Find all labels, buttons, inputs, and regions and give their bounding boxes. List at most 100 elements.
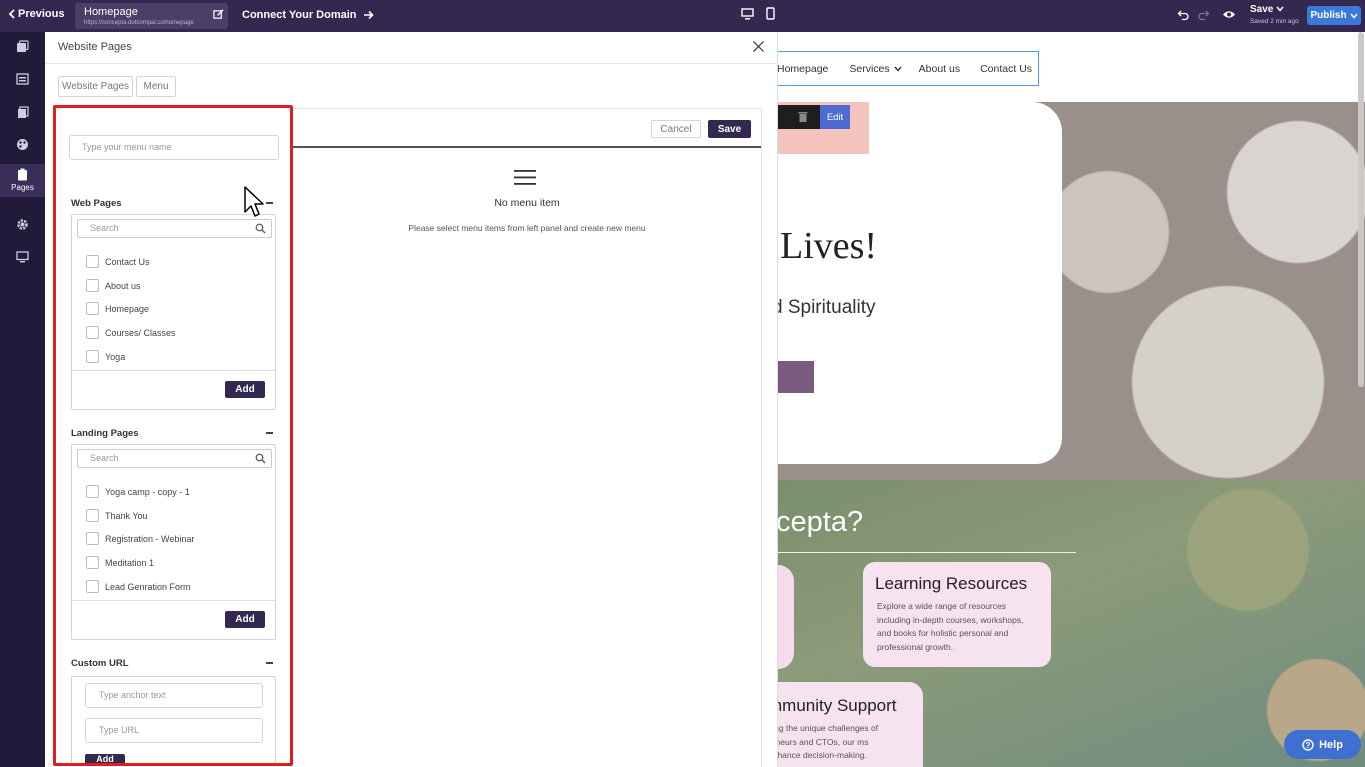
custom-url-heading: Custom URL — [71, 658, 129, 669]
sidebar-item-pages-stack[interactable] — [0, 106, 45, 126]
checkbox[interactable] — [86, 509, 99, 522]
item-label: Contact Us — [105, 256, 150, 267]
item-label: Homepage — [105, 303, 150, 314]
clipboard-icon — [18, 168, 27, 181]
connect-domain-label: Connect Your Domain — [242, 9, 357, 21]
chevron-left-icon — [8, 9, 15, 19]
scrollbar[interactable] — [1358, 32, 1364, 387]
question-icon: ? — [1302, 738, 1314, 751]
checkbox[interactable] — [86, 350, 99, 363]
publish-button[interactable]: Publish — [1307, 6, 1361, 25]
gear-icon — [17, 219, 28, 230]
nav-item-contact[interactable]: Contact Us — [980, 63, 1032, 75]
save-menu[interactable]: Save Saved 2 min ago — [1250, 4, 1299, 25]
nav-item-about[interactable]: About us — [919, 63, 960, 75]
sidebar-item-theme[interactable] — [0, 138, 45, 158]
web-pages-list: Search Contact Us About us Homepage Cour… — [71, 214, 276, 410]
empty-state-title: No menu item — [494, 197, 560, 209]
sidebar-item-sections[interactable] — [0, 73, 45, 93]
add-landing-pages-button[interactable]: Add — [225, 611, 265, 628]
panel-header: Website Pages — [45, 32, 778, 64]
section-heading: cepta? — [778, 506, 864, 538]
menu-name-input[interactable]: Type your menu name — [69, 135, 279, 160]
card-title: Learning Resources — [875, 574, 1028, 593]
list-item[interactable]: Yoga camp - copy - 1 — [86, 485, 190, 498]
nav-item-services[interactable]: Services — [849, 63, 889, 75]
close-icon[interactable] — [752, 40, 765, 53]
sidebar-item-layers[interactable] — [0, 40, 45, 60]
add-web-pages-button[interactable]: Add — [225, 381, 265, 398]
publish-label: Publish — [1310, 10, 1347, 21]
checkbox[interactable] — [86, 279, 99, 292]
divider — [72, 600, 275, 601]
preview-eye-icon[interactable] — [1222, 8, 1236, 21]
list-item[interactable]: Registration - Webinar — [86, 532, 194, 545]
edit-button[interactable]: Edit — [820, 105, 850, 129]
checkbox[interactable] — [86, 556, 99, 569]
save-label: Save — [1250, 4, 1274, 15]
monitor-icon — [16, 251, 29, 263]
mobile-view-icon[interactable] — [766, 7, 775, 21]
collapse-landing-pages-icon[interactable] — [266, 432, 273, 434]
list-item[interactable]: Courses/ Classes — [86, 326, 176, 339]
item-label: Registration - Webinar — [105, 533, 195, 544]
top-bar: Previous Homepage https://concepta.dotco… — [0, 0, 1365, 32]
checkbox[interactable] — [86, 485, 99, 498]
save-status: Saved 2 min ago — [1250, 18, 1299, 25]
help-button[interactable]: ? Help — [1284, 730, 1361, 759]
site-nav[interactable]: Homepage Services About us Contact Us — [778, 51, 1039, 86]
tab-website-pages[interactable]: Website Pages — [58, 76, 133, 97]
hero-cta-button[interactable] — [778, 361, 814, 393]
tab-menu[interactable]: Menu — [136, 76, 176, 97]
desktop-view-icon[interactable] — [741, 7, 754, 21]
sidebar-item-label: Pages — [11, 183, 34, 192]
cancel-button[interactable]: Cancel — [651, 120, 701, 138]
search-placeholder: Search — [90, 223, 119, 233]
checkbox[interactable] — [86, 580, 99, 593]
edit-icon[interactable] — [213, 9, 224, 20]
sidebar-item-settings[interactable] — [0, 218, 45, 238]
undo-icon[interactable] — [1177, 8, 1190, 21]
list-item[interactable]: Homepage — [86, 302, 149, 315]
checkbox[interactable] — [86, 302, 99, 315]
panel-title: Website Pages — [58, 41, 132, 53]
redo-icon[interactable] — [1197, 8, 1210, 21]
save-button[interactable]: Save — [708, 120, 751, 138]
custom-url-box: Type anchor text Type URL Add — [71, 676, 276, 764]
checkbox[interactable] — [86, 532, 99, 545]
divider — [72, 370, 275, 371]
connect-domain-link[interactable]: Connect Your Domain — [242, 9, 374, 21]
sidebar-item-pages[interactable]: Pages — [0, 164, 45, 197]
page-url: https://concepta.dotcompal.co/homepage — [84, 20, 194, 26]
nav-item-homepage[interactable]: Homepage — [778, 63, 828, 75]
checkbox[interactable] — [86, 255, 99, 268]
list-item[interactable]: About us — [86, 279, 141, 292]
collapse-web-pages-icon[interactable] — [266, 202, 273, 204]
current-page-selector[interactable]: Homepage https://concepta.dotcompal.co/h… — [75, 3, 228, 29]
list-item[interactable]: Contact Us — [86, 255, 150, 268]
landing-pages-search-input[interactable]: Search — [77, 449, 272, 468]
url-input[interactable]: Type URL — [85, 718, 263, 743]
web-pages-search-input[interactable]: Search — [77, 219, 272, 238]
checkbox[interactable] — [86, 326, 99, 339]
sidebar-item-display[interactable] — [0, 251, 45, 271]
left-sidebar: Pages — [0, 32, 45, 767]
sections-icon — [16, 73, 29, 85]
add-custom-url-button[interactable]: Add — [85, 754, 125, 764]
previous-button[interactable]: Previous — [8, 8, 64, 20]
list-item[interactable]: Meditation 1 — [86, 556, 154, 569]
search-icon — [255, 453, 266, 464]
landing-pages-heading: Landing Pages — [71, 428, 139, 439]
list-item[interactable]: Lead Genration Form — [86, 580, 191, 593]
delete-icon[interactable] — [798, 111, 808, 123]
card-title: mmunity Support — [778, 696, 897, 715]
palette-icon — [17, 139, 28, 150]
list-item[interactable]: Yoga — [86, 350, 125, 363]
search-placeholder: Search — [90, 453, 119, 463]
list-item[interactable]: Thank You — [86, 509, 148, 522]
feature-card-learning: Learning Resources Explore a wide range … — [863, 562, 1051, 667]
item-label: Yoga — [105, 351, 126, 362]
collapse-custom-url-icon[interactable] — [266, 662, 273, 664]
anchor-text-input[interactable]: Type anchor text — [85, 683, 263, 708]
hero-card — [778, 102, 1062, 464]
